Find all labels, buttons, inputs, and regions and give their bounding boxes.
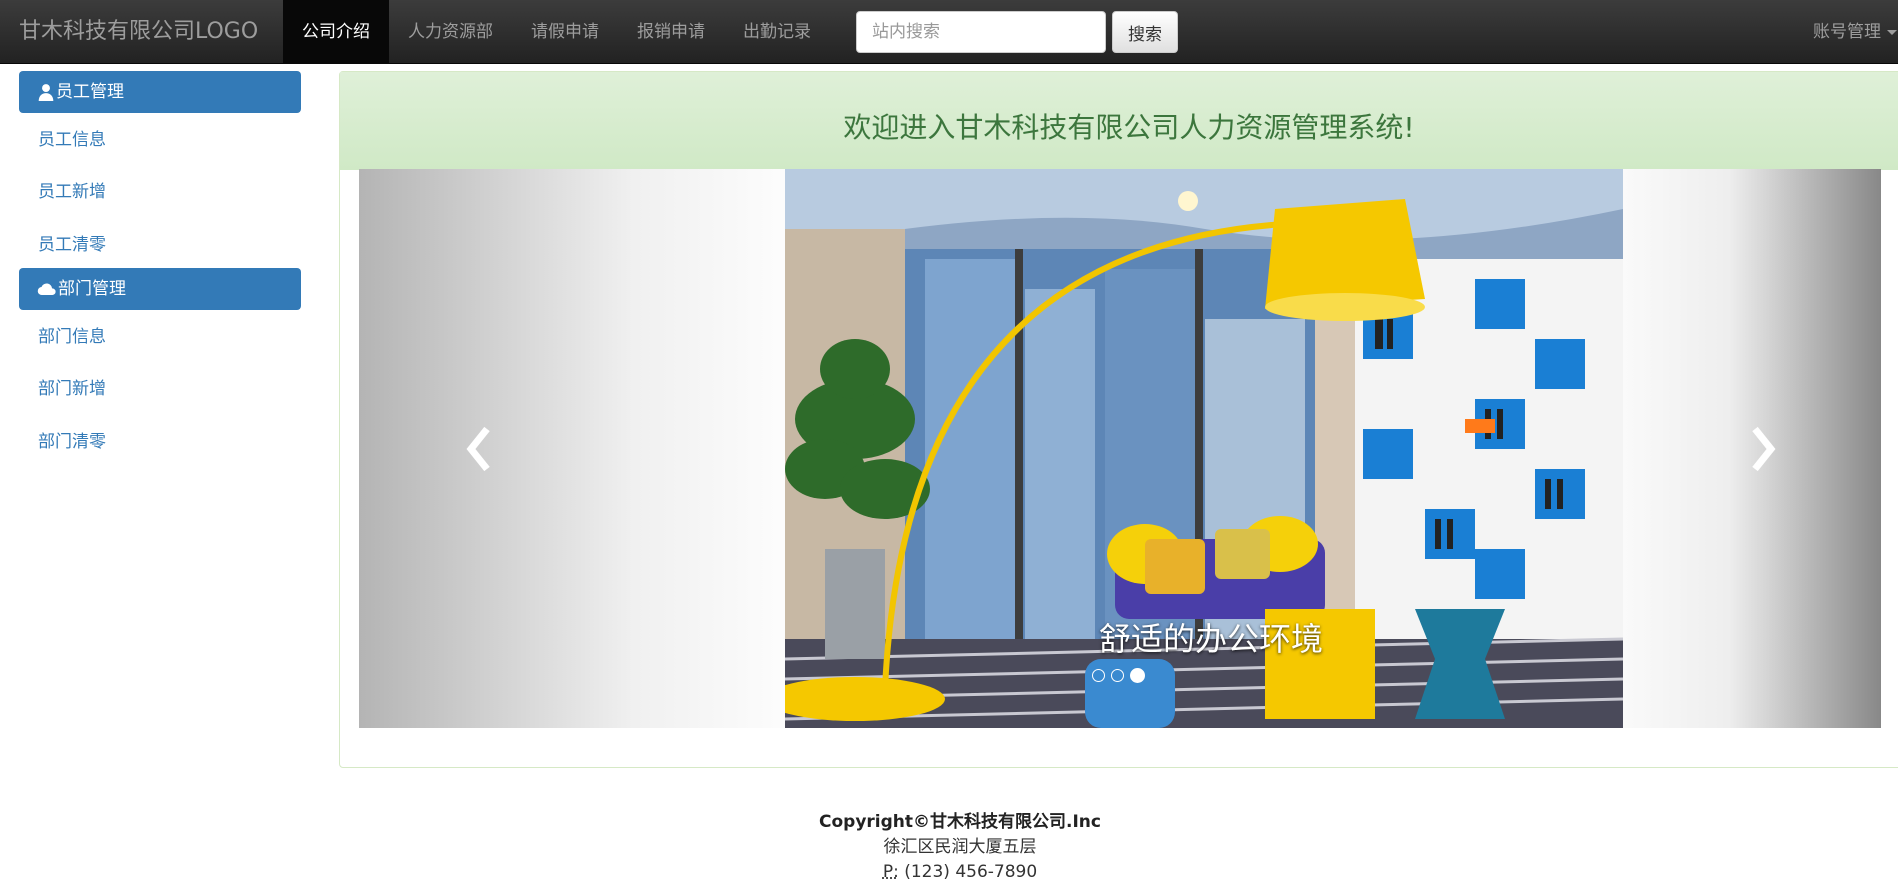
top-navbar: 甘木科技有限公司LOGO 公司介绍 人力资源部 请假申请 报销申请 出勤记录 搜… (0, 0, 1898, 64)
caret-down-icon (1887, 29, 1897, 35)
nav-item-leave-request[interactable]: 请假申请 (512, 0, 618, 64)
sidebar-link-employee-info[interactable]: 员工信息 (38, 125, 106, 150)
brand-logo[interactable]: 甘木科技有限公司LOGO (19, 0, 258, 64)
carousel-indicator-active[interactable] (1130, 668, 1145, 683)
carousel-indicators (1092, 668, 1145, 683)
carousel-prev-arrow-icon[interactable] (459, 419, 499, 479)
carousel-next-arrow-icon[interactable] (1743, 419, 1783, 479)
site-search-input[interactable] (856, 11, 1106, 53)
sidebar-group-label: 部门管理 (58, 279, 126, 299)
sidebar-link-dept-add[interactable]: 部门新增 (38, 374, 106, 399)
carousel-indicator[interactable] (1092, 669, 1105, 682)
sidebar-group-label: 员工管理 (56, 82, 124, 102)
nav-item-company-intro[interactable]: 公司介绍 (283, 0, 389, 64)
sidebar-group-employee[interactable]: 员工管理 (19, 71, 301, 113)
cloud-icon (37, 283, 56, 296)
phone-abbr: P: (882, 862, 899, 882)
carousel-caption: 舒适的办公环境 (1099, 620, 1324, 658)
main-nav: 公司介绍 人力资源部 请假申请 报销申请 出勤记录 (283, 0, 830, 64)
footer-phone: P: (123) 456-7890 (0, 860, 1898, 885)
nav-item-hr-dept[interactable]: 人力资源部 (389, 0, 512, 64)
welcome-banner: 欢迎进入甘木科技有限公司人力资源管理系统! (340, 72, 1898, 170)
sidebar-link-employee-clear[interactable]: 员工清零 (38, 230, 106, 255)
footer-copyright: Copyright©甘木科技有限公司.Inc (819, 812, 1101, 832)
phone-number: (123) 456-7890 (898, 862, 1038, 882)
user-icon (38, 84, 54, 101)
sidebar-link-employee-add[interactable]: 员工新增 (38, 177, 106, 202)
sidebar-link-dept-clear[interactable]: 部门清零 (38, 427, 106, 452)
account-menu[interactable]: 账号管理 (1813, 0, 1897, 64)
carousel-indicator[interactable] (1111, 669, 1124, 682)
footer-address: 徐汇区民润大厦五层 (883, 837, 1037, 857)
account-menu-label: 账号管理 (1813, 22, 1881, 42)
search-button[interactable]: 搜索 (1112, 11, 1178, 53)
page-footer: Copyright©甘木科技有限公司.Inc 徐汇区民润大厦五层 P: (123… (0, 810, 1898, 885)
sidebar-group-department[interactable]: 部门管理 (19, 268, 301, 310)
nav-item-attendance[interactable]: 出勤记录 (724, 0, 830, 64)
sidebar-link-dept-info[interactable]: 部门信息 (38, 322, 106, 347)
nav-item-reimbursement[interactable]: 报销申请 (618, 0, 724, 64)
